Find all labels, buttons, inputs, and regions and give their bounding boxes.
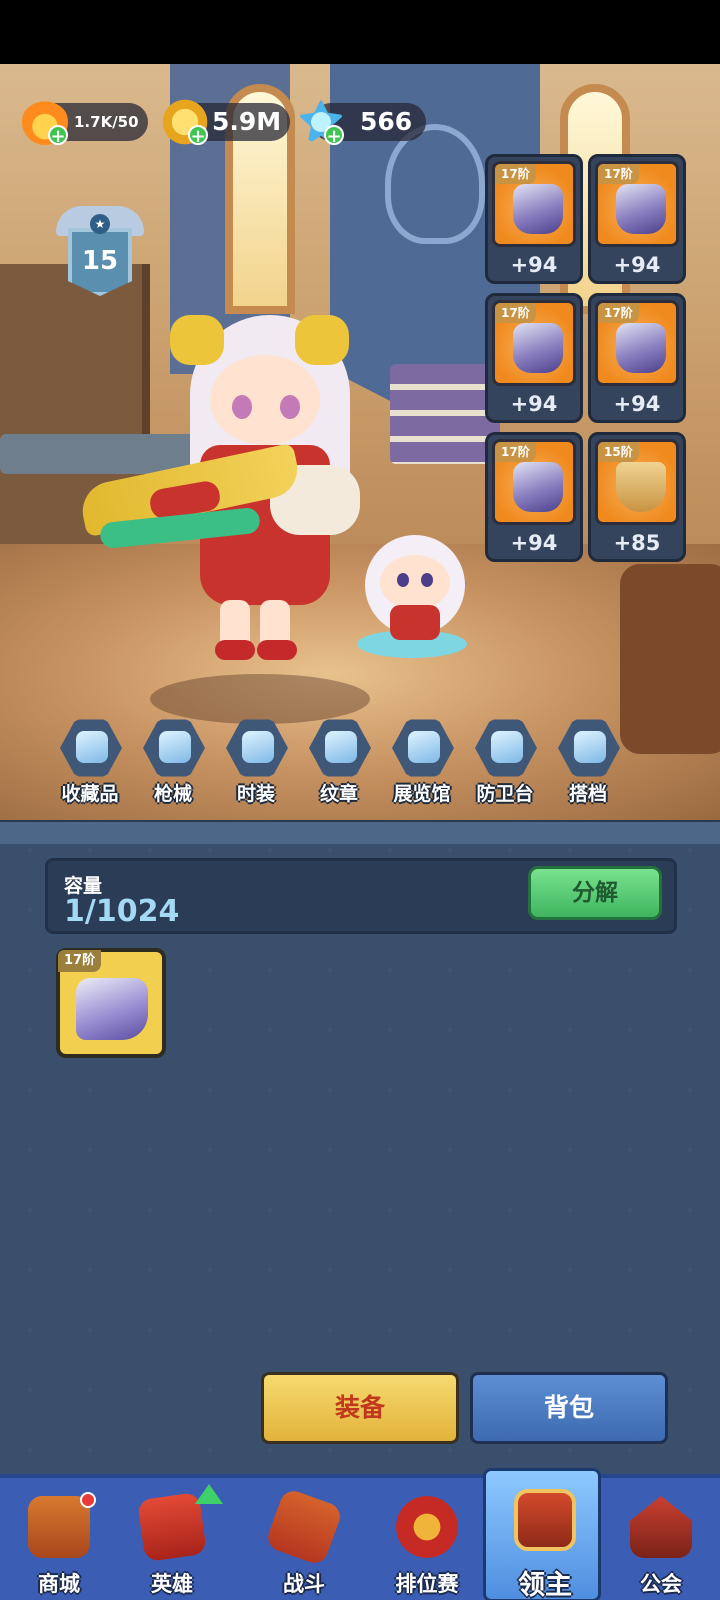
gun-icon: [159, 731, 191, 763]
grade-label: 17阶: [598, 164, 639, 184]
menu-label: 枪械: [153, 783, 192, 805]
menu-label: 收藏品: [61, 783, 119, 805]
nav-label: 英雄: [151, 1572, 193, 1596]
menu-outfits[interactable]: 时装: [216, 717, 296, 807]
menu-label: 纹章: [319, 783, 358, 805]
gold-counter[interactable]: + 5.9M: [162, 99, 290, 146]
equip-slot-shoulder[interactable]: 17阶 +94: [485, 432, 583, 562]
feather-icon: [76, 731, 108, 763]
energy-value: 1.7K/50: [74, 113, 139, 131]
menu-crests[interactable]: 纹章: [299, 717, 379, 807]
equip-bonus: +94: [613, 392, 661, 416]
add-gold-icon[interactable]: +: [188, 125, 208, 146]
equip-bonus: +94: [510, 253, 558, 277]
grade-label: 17阶: [495, 164, 536, 184]
partner-icon: [574, 731, 606, 763]
lord-character[interactable]: [77, 295, 380, 675]
notification-dot: [80, 1492, 96, 1508]
bag-tab-button[interactable]: 背包: [470, 1372, 668, 1444]
nav-ranked[interactable]: 排位赛: [368, 1478, 486, 1600]
star-icon: ★: [90, 214, 110, 234]
upgrade-arrow-icon: [195, 1484, 223, 1504]
menu-label: 搭档: [568, 783, 607, 805]
grade-label: 17阶: [598, 303, 639, 323]
nav-battle[interactable]: 战斗: [245, 1478, 363, 1600]
boots-icon: [76, 978, 148, 1040]
barrel: [620, 564, 720, 754]
skirt-icon: [616, 462, 666, 512]
crest-icon: [325, 731, 357, 763]
nav-label: 领主: [518, 1570, 572, 1600]
menu-collectibles[interactable]: 收藏品: [50, 717, 130, 807]
equip-bonus: +94: [510, 531, 558, 555]
menu-museum[interactable]: 展览馆: [382, 717, 462, 807]
partner-character[interactable]: [345, 525, 485, 665]
grade-label: 17阶: [495, 303, 536, 323]
menu-defense-tower[interactable]: 防卫台: [465, 717, 545, 807]
nav-guild[interactable]: 公会: [602, 1478, 720, 1600]
equip-bonus: +85: [613, 531, 661, 555]
menu-partner[interactable]: 搭档: [548, 717, 628, 807]
equip-slot-skirt[interactable]: 15阶 +85: [588, 432, 686, 562]
level-badge[interactable]: ★ 15: [56, 206, 144, 296]
add-gem-icon[interactable]: +: [324, 125, 344, 146]
dragon-weapon: [77, 442, 310, 555]
tower-icon: [491, 731, 523, 763]
rank-icon: [396, 1496, 458, 1558]
nav-shop[interactable]: 商城: [0, 1478, 118, 1600]
decompose-button[interactable]: 分解: [528, 866, 662, 920]
capacity-value: 1/1024: [64, 894, 180, 929]
gold-value: 5.9M: [212, 107, 282, 136]
gem-counter[interactable]: + 566: [298, 99, 426, 146]
nav-lord[interactable]: 领主: [483, 1468, 601, 1600]
nav-label: 排位赛: [395, 1572, 459, 1596]
menu-label: 防卫台: [476, 783, 534, 805]
energy-counter[interactable]: + 1.7K/50: [22, 99, 148, 146]
equip-bonus: +94: [613, 253, 661, 277]
armor-icon: [616, 184, 666, 234]
boots-icon: [513, 323, 563, 373]
gem-value: 566: [360, 107, 413, 136]
status-bar: [0, 0, 720, 64]
equip-slot-gauntlet[interactable]: 17阶 +94: [588, 293, 686, 423]
nav-label: 商城: [38, 1572, 80, 1596]
guild-icon: [630, 1496, 692, 1558]
equip-tab-button[interactable]: 装备: [261, 1372, 459, 1444]
grade-label: 17阶: [58, 950, 102, 972]
equip-slot-armor[interactable]: 17阶 +94: [588, 154, 686, 284]
menu-label: 时装: [236, 783, 275, 805]
equip-slot-helmet[interactable]: 17阶 +94: [485, 154, 583, 284]
equip-bonus: +94: [510, 392, 558, 416]
gauntlet-icon: [616, 323, 666, 373]
museum-icon: [408, 731, 440, 763]
inventory-item[interactable]: 17阶: [56, 948, 166, 1058]
grade-label: 17阶: [495, 442, 536, 462]
panel-divider: [0, 820, 720, 844]
lord-screen: + 1.7K/50 + 5.9M + 566 ★ 15 17阶 +94 17阶 …: [0, 0, 720, 1600]
nav-label: 公会: [640, 1572, 682, 1596]
shop-icon: [28, 1496, 90, 1558]
nav-label: 战斗: [283, 1572, 325, 1596]
grade-label: 15阶: [598, 442, 639, 462]
helmet-icon: [513, 184, 563, 234]
lord-icon: [514, 1489, 576, 1551]
add-energy-icon[interactable]: +: [48, 125, 68, 146]
menu-label: 展览馆: [393, 783, 451, 805]
bottom-nav: 商城 英雄 战斗 排位赛 领主 公会: [0, 1468, 720, 1600]
battle-icon: [264, 1487, 344, 1567]
outfit-icon: [242, 731, 274, 763]
equip-slot-boots[interactable]: 17阶 +94: [485, 293, 583, 423]
shoulder-icon: [513, 462, 563, 512]
book-stack: [390, 364, 500, 464]
level-number: 15: [81, 246, 119, 276]
menu-guns[interactable]: 枪械: [133, 717, 213, 807]
nav-hero[interactable]: 英雄: [113, 1478, 231, 1600]
